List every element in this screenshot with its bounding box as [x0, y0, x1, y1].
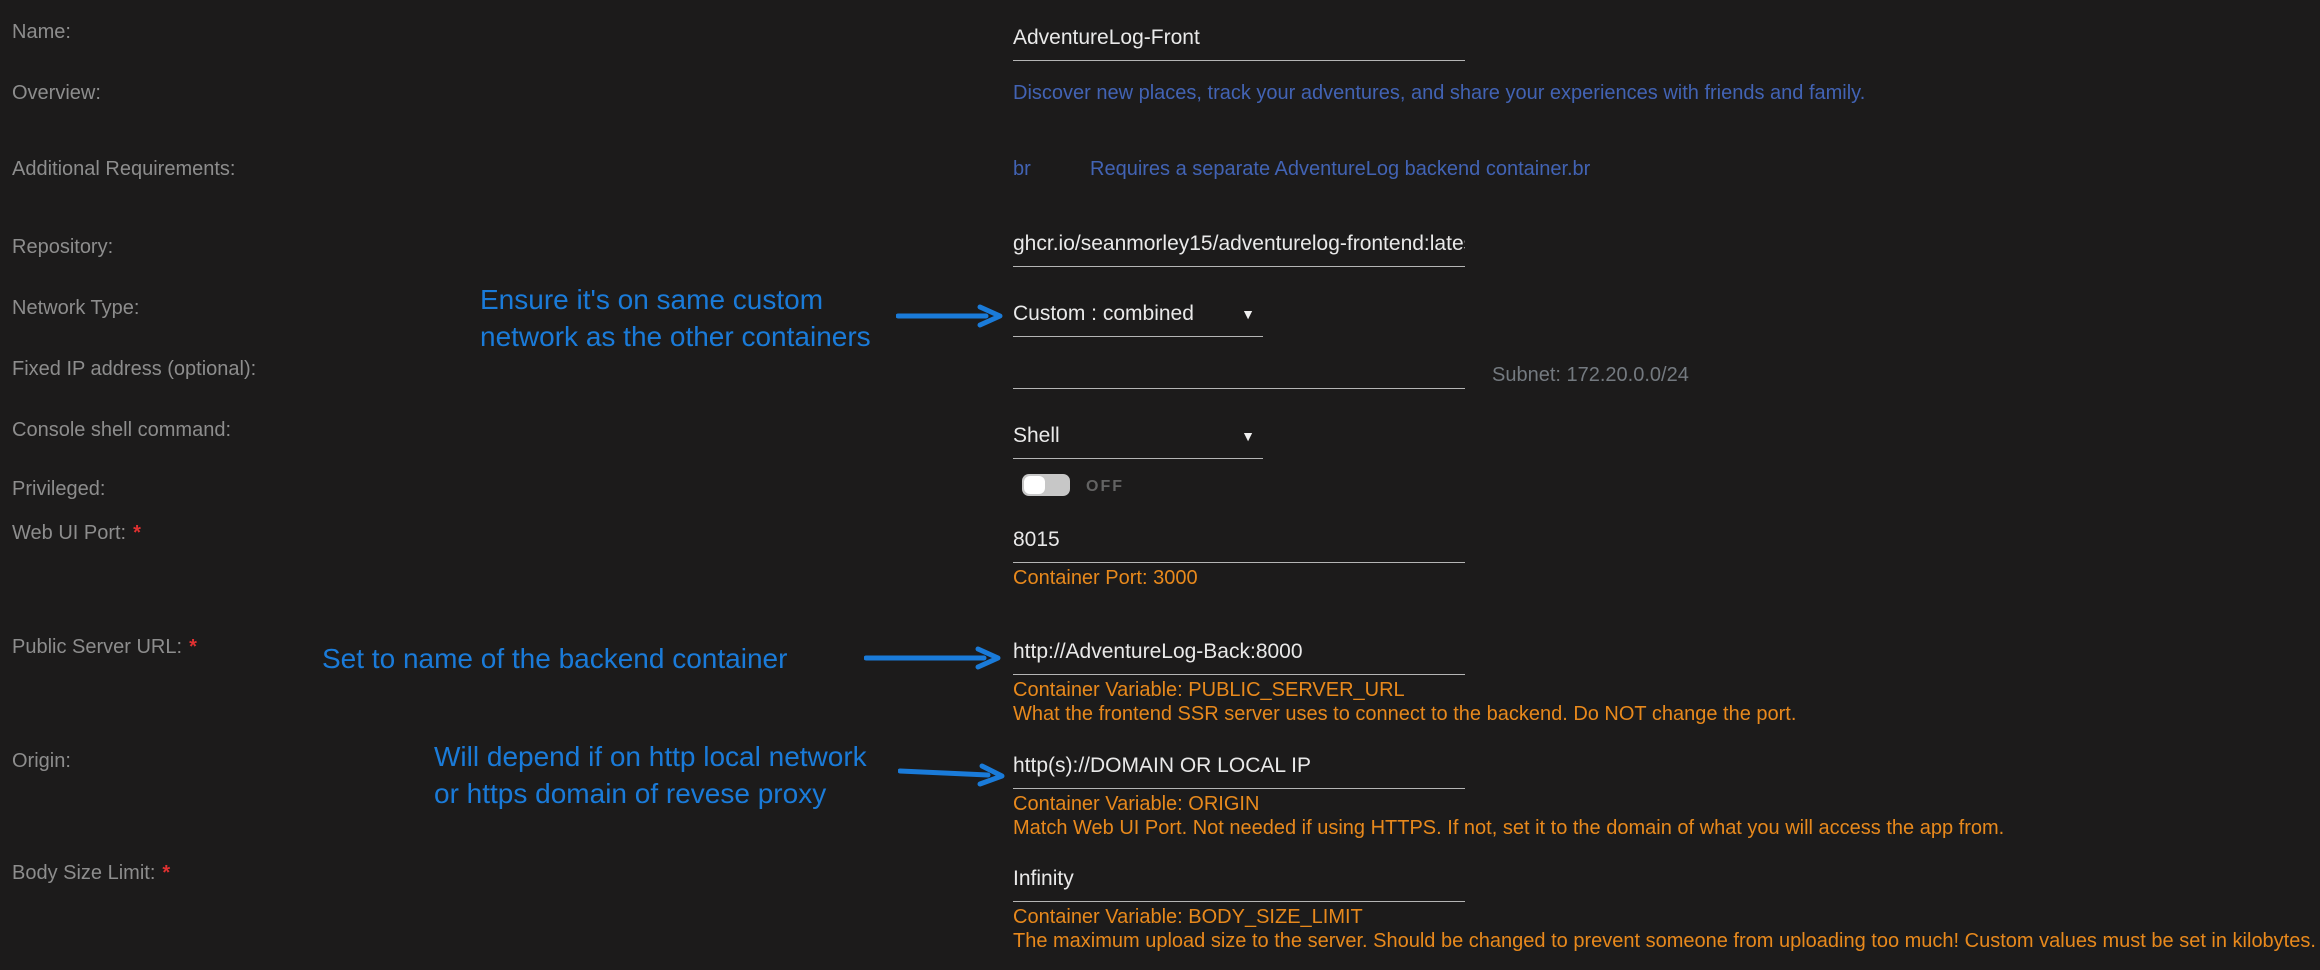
origin-description: Match Web UI Port. Not needed if using H…: [1013, 817, 2004, 840]
required-asterisk: *: [133, 522, 141, 544]
web-ui-port-input[interactable]: [1013, 527, 1465, 563]
public-server-url-label: Public Server URL:*: [12, 636, 197, 659]
name-input[interactable]: [1013, 25, 1465, 61]
privileged-label: Privileged:: [12, 478, 105, 501]
container-settings-form: Name: Overview: Additional Requirements:…: [0, 0, 2320, 970]
body-size-limit-label: Body Size Limit:*: [12, 862, 170, 885]
console-shell-value: Shell: [1013, 424, 1060, 448]
privileged-state-label: OFF: [1086, 478, 1124, 496]
web-ui-port-label: Web UI Port:*: [12, 522, 141, 545]
web-ui-port-help: Container Port: 3000: [1013, 567, 1198, 590]
annotation-arrow-icon: [864, 645, 1006, 671]
name-label: Name:: [12, 21, 71, 44]
fixed-ip-label: Fixed IP address (optional):: [12, 358, 256, 381]
network-type-value: Custom : combined: [1013, 302, 1194, 326]
repository-input[interactable]: [1013, 231, 1465, 267]
network-type-select[interactable]: Custom : combined ▼: [1013, 302, 1263, 337]
required-asterisk: *: [162, 862, 170, 884]
overview-text: Discover new places, track your adventur…: [1013, 82, 1865, 105]
required-asterisk: *: [189, 636, 197, 658]
additional-requirements-label: Additional Requirements:: [12, 158, 235, 181]
toggle-knob: [1024, 476, 1045, 494]
network-annotation: Ensure it's on same custom network as th…: [480, 281, 871, 355]
body-size-limit-description: The maximum upload size to the server. S…: [1013, 930, 2316, 953]
repository-label: Repository:: [12, 236, 113, 259]
console-shell-label: Console shell command:: [12, 419, 231, 442]
additional-requirements-text: Requires a separate AdventureLog backend…: [1090, 158, 1590, 181]
subnet-note: Subnet: 172.20.0.0/24: [1492, 364, 1689, 387]
public-server-url-variable: Container Variable: PUBLIC_SERVER_URL: [1013, 679, 1405, 702]
origin-annotation: Will depend if on http local network or …: [434, 738, 867, 812]
origin-input[interactable]: [1013, 753, 1465, 789]
annotation-arrow-icon: [896, 303, 1008, 329]
public-server-url-input[interactable]: [1013, 639, 1465, 675]
public-server-url-description: What the frontend SSR server uses to con…: [1013, 703, 1796, 726]
network-type-label: Network Type:: [12, 297, 139, 320]
privileged-toggle[interactable]: [1022, 474, 1070, 496]
console-shell-select[interactable]: Shell ▼: [1013, 424, 1263, 459]
additional-requirements-prefix: br: [1013, 158, 1031, 181]
public-server-annotation: Set to name of the backend container: [322, 640, 787, 677]
chevron-down-icon: ▼: [1241, 302, 1263, 322]
origin-variable: Container Variable: ORIGIN: [1013, 793, 1259, 816]
body-size-limit-variable: Container Variable: BODY_SIZE_LIMIT: [1013, 906, 1363, 929]
chevron-down-icon: ▼: [1241, 424, 1263, 444]
annotation-arrow-icon: [898, 759, 1010, 789]
origin-label: Origin:: [12, 750, 71, 773]
body-size-limit-input[interactable]: [1013, 866, 1465, 902]
overview-label: Overview:: [12, 82, 101, 105]
fixed-ip-input[interactable]: [1013, 353, 1465, 389]
